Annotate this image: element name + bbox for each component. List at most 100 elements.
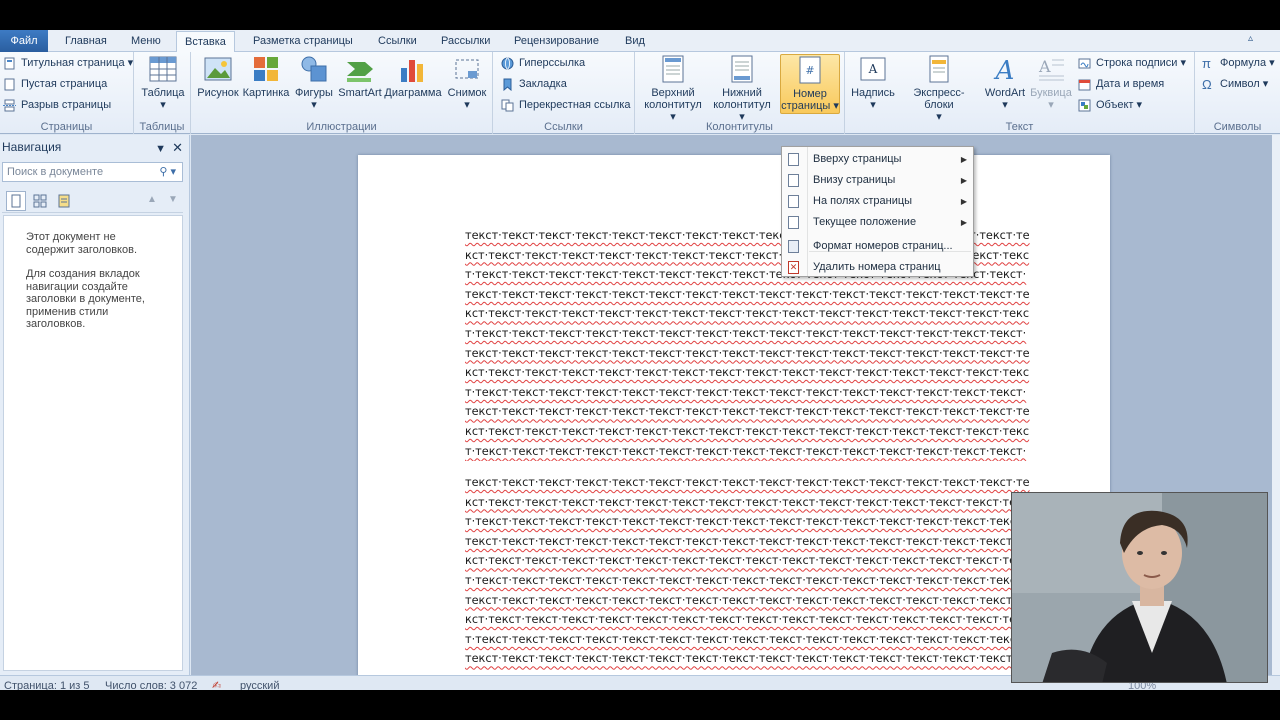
quick-parts-button[interactable]: Экспресс-блоки ▾ <box>899 54 979 123</box>
group-links: Гиперссылка Закладка Перекрестная ссылка… <box>493 52 635 134</box>
signature-line-button[interactable]: Строка подписи ▾ <box>1075 54 1186 73</box>
clipart-button[interactable]: Картинка <box>242 54 290 99</box>
picture-button[interactable]: Рисунок <box>196 54 240 99</box>
nav-no-headings-text: Этот документ не содержит заголовков. <box>26 231 138 256</box>
table-icon <box>149 56 177 82</box>
menu-remove-page-numbers[interactable]: ✕ Удалить номера страниц <box>782 257 975 278</box>
tab-file[interactable]: Файл <box>0 30 48 52</box>
shapes-button[interactable]: Фигуры ▾ <box>293 54 335 111</box>
ribbon-insert: Титульная страница ▾ Пустая страница Раз… <box>0 52 1280 134</box>
pi-icon: π <box>1202 56 1211 71</box>
page-top-icon <box>788 153 799 166</box>
quick-parts-icon <box>929 55 949 83</box>
tab-menu[interactable]: Меню <box>123 31 169 52</box>
omega-icon: Ω <box>1202 77 1212 92</box>
menu-page-margins[interactable]: На полях страницы ▶ <box>782 191 975 212</box>
group-label-pages: Страницы <box>40 121 93 133</box>
group-label-header-footer: Колонтитулы <box>706 121 773 133</box>
title-page-button[interactable]: Титульная страница ▾ <box>0 54 133 73</box>
svg-text:A: A <box>1038 57 1051 76</box>
next-arrow-icon[interactable]: ▼ <box>168 194 178 205</box>
group-tables: Таблица ▾ Таблицы <box>134 52 191 134</box>
page-number-menu: Вверху страницы ▶ Внизу страницы ▶ На поля… <box>781 146 974 277</box>
wordart-button[interactable]: A WordArt ▾ <box>982 54 1028 111</box>
tab-review[interactable]: Рецензирование <box>506 31 607 52</box>
drop-cap-button[interactable]: A Буквица ▾ <box>1030 54 1072 111</box>
submenu-arrow-icon: ▶ <box>960 197 967 206</box>
chart-button[interactable]: Диаграмма <box>384 54 442 99</box>
group-illustrations: Рисунок Картинка Фигуры ▾ SmartArt Диагра… <box>191 52 493 134</box>
screenshot-button[interactable]: Снимок ▾ <box>445 54 489 111</box>
thumbnails-icon <box>33 194 47 208</box>
tab-home[interactable]: Главная <box>57 31 115 52</box>
header-button[interactable]: Верхний колонтитул ▾ <box>641 54 705 123</box>
tab-insert[interactable]: Вставка <box>176 31 235 53</box>
tab-view[interactable]: Вид <box>617 31 653 52</box>
search-icon[interactable]: ⚲ ▾ <box>159 165 176 178</box>
textbox-button[interactable]: A Надпись ▾ <box>849 54 897 111</box>
signature-line-icon <box>1078 58 1091 69</box>
submenu-arrow-icon: ▶ <box>960 218 967 227</box>
cross-reference-button[interactable]: Перекрестная ссылка <box>498 96 631 115</box>
nav-title: Навигация <box>2 140 62 154</box>
smartart-icon <box>347 62 373 82</box>
globe-link-icon <box>501 57 514 70</box>
page-number-button[interactable]: # Номер страницы ▾ <box>780 54 840 114</box>
menu-current-position[interactable]: Текущее положение ▶ <box>782 212 975 233</box>
status-language[interactable]: русский <box>240 676 279 690</box>
nav-search-input[interactable]: Поиск в документе ⚲ ▾ <box>2 162 183 182</box>
tab-references[interactable]: Ссылки <box>370 31 425 52</box>
nav-menu-icon[interactable]: ▼ <box>155 143 166 155</box>
blank-page-button[interactable]: Пустая страница <box>0 75 107 94</box>
group-symbols: π Формула ▾ Ω Символ ▾ Символы <box>1195 52 1280 134</box>
menu-format-page-numbers[interactable]: Формат номеров страниц... <box>782 236 975 257</box>
close-icon[interactable]: ✕ <box>172 140 183 155</box>
proofing-error-icon[interactable]: ✍ <box>212 676 221 690</box>
svg-text:#: # <box>805 64 814 77</box>
navigation-pane: Навигация ▼ ✕ Поиск в документе ⚲ ▾ ▲ ▼ Э… <box>0 135 190 678</box>
symbol-button[interactable]: Ω Символ ▾ <box>1199 75 1268 94</box>
group-pages: Титульная страница ▾ Пустая страница Раз… <box>0 52 134 134</box>
smartart-button[interactable]: SmartArt <box>337 54 383 99</box>
object-icon <box>1078 99 1091 112</box>
table-button[interactable]: Таблица ▾ <box>140 54 186 111</box>
submenu-arrow-icon: ▶ <box>960 155 967 164</box>
menu-bottom-of-page[interactable]: Внизу страницы ▶ <box>782 170 975 191</box>
tab-results-view[interactable] <box>54 191 74 211</box>
status-word-count[interactable]: Число слов: 3 072 <box>105 676 197 690</box>
vertical-scrollbar[interactable] <box>1272 135 1280 678</box>
footer-button[interactable]: Нижний колонтитул ▾ <box>709 54 775 123</box>
svg-text:A: A <box>994 56 1015 84</box>
submenu-arrow-icon: ▶ <box>960 176 967 185</box>
tab-headings-view[interactable] <box>6 191 26 211</box>
presenter-video-image <box>1012 493 1267 682</box>
ribbon-minimize-icon[interactable]: ▵ <box>1248 34 1258 44</box>
bookmark-icon <box>503 78 512 91</box>
ribbon-tabs: Файл Главная Меню Вставка Разметка стран… <box>0 30 1280 53</box>
group-text: A Надпись ▾ Экспресс-блоки ▾ A WordArt ▾ A … <box>845 52 1195 134</box>
chart-icon <box>401 60 423 82</box>
equation-button[interactable]: π Формула ▾ <box>1199 54 1275 73</box>
bookmark-button[interactable]: Закладка <box>498 75 567 94</box>
results-icon <box>58 194 70 208</box>
title-page-icon <box>4 57 15 70</box>
tab-pages-view[interactable] <box>30 191 50 211</box>
svg-text:A: A <box>868 62 878 76</box>
object-button[interactable]: Объект ▾ <box>1075 96 1142 115</box>
group-label-links: Ссылки <box>544 121 583 133</box>
page-break-button[interactable]: Разрыв страницы <box>0 96 111 115</box>
group-label-symbols: Символы <box>1213 121 1262 133</box>
paragraph-2[interactable]: текст·текст·текст·текст·текст·текст·текс… <box>465 473 1030 673</box>
previous-arrow-icon[interactable]: ▲ <box>147 194 157 205</box>
date-time-button[interactable]: Дата и время <box>1075 75 1164 94</box>
headings-icon <box>11 194 21 208</box>
picture-icon <box>204 57 232 81</box>
menu-top-of-page[interactable]: Вверху страницы ▶ <box>782 149 975 170</box>
tab-mailings[interactable]: Рассылки <box>433 31 498 52</box>
nav-instructions-text: Для создания вкладок навигации создайте … <box>26 268 145 330</box>
status-page-count[interactable]: Страница: 1 из 5 <box>4 676 90 690</box>
group-header-footer: Верхний колонтитул ▾ Нижний колонтитул ▾ #… <box>635 52 845 134</box>
hyperlink-button[interactable]: Гиперссылка <box>498 54 585 73</box>
calendar-icon <box>1078 79 1091 91</box>
tab-page-layout[interactable]: Разметка страницы <box>245 31 361 52</box>
